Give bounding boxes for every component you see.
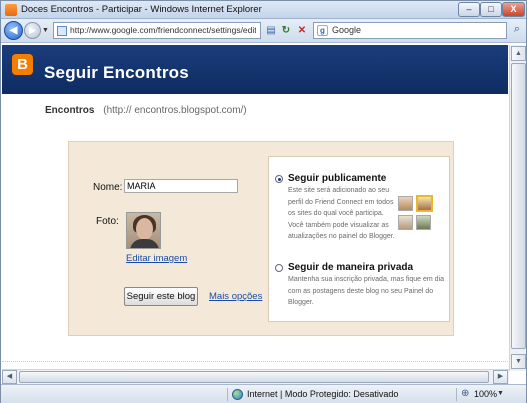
search-icon[interactable]: ⌕ [510,23,524,38]
private-radio[interactable] [275,264,283,272]
more-options-link[interactable]: Mais opções [209,291,262,302]
minimize-button[interactable]: – [458,2,480,17]
photo-body [130,239,159,248]
scroll-up-icon[interactable]: ▲ [511,46,526,61]
name-field[interactable]: MARIA [124,179,238,193]
footer-divider [2,361,508,364]
follower-avatar [416,195,433,212]
forward-arrow-icon[interactable]: ▶ [24,22,41,39]
back-arrow-icon[interactable]: ◀ [4,21,23,40]
blogger-favicon-icon [5,4,17,16]
blogger-logo-icon: B [12,54,33,75]
address-text[interactable]: http://www.google.com/friendconnect/sett… [70,25,256,35]
public-option-title[interactable]: Seguir publicamente [288,173,386,184]
vertical-scrollbar[interactable]: ▲ ▼ [509,45,526,371]
google-search-icon: g [317,25,328,36]
follow-blog-button[interactable]: Seguir este blog [124,287,198,306]
follower-avatar [416,215,431,230]
close-button[interactable]: X [502,2,525,17]
horizontal-scroll-thumb[interactable] [19,371,489,383]
security-zone-text: Internet | Modo Protegido: Desativado [247,389,399,399]
page-title: Seguir Encontros [44,63,189,82]
history-dropdown-icon[interactable]: ▼ [42,27,49,34]
page-icon [57,26,67,36]
horizontal-scrollbar[interactable]: ◀ ▶ [2,369,509,384]
profile-photo [126,212,161,249]
refresh-icon[interactable]: ↻ [279,23,293,38]
follow-panel: Nome: MARIA Foto: Editar imagem Seguir e… [68,141,454,336]
status-bar: Internet | Modo Protegido: Desativado ⊕ … [1,384,526,403]
public-radio[interactable] [275,175,283,183]
scroll-down-icon[interactable]: ▼ [511,354,526,369]
private-option-description: Mantenha sua inscrição privada, mas fiqu… [288,276,445,307]
zoom-icon[interactable]: ⊕ [461,388,469,399]
status-divider [227,388,228,401]
scroll-right-icon[interactable]: ▶ [493,370,508,384]
public-option-description: Este site será adicionado ao seu perfil … [288,187,395,241]
browser-window: Doces Encontros - Participar - Windows I… [0,0,527,403]
follower-avatar [398,215,413,230]
status-divider [456,388,457,401]
scroll-left-icon[interactable]: ◀ [2,370,17,384]
blog-name: Encontros [45,105,95,116]
private-option-title[interactable]: Seguir de maneira privada [288,262,413,273]
blog-url: (http:// encontros.blogspot.com/) [103,105,247,116]
stop-icon[interactable]: ✕ [295,23,309,38]
page-content: Encontros (http:// encontros.blogspot.co… [2,94,508,364]
name-label: Nome: [93,182,123,193]
zoom-dropdown-icon[interactable]: ▼ [497,390,504,397]
search-input[interactable]: g Google [313,22,507,39]
blog-info: Encontros (http:// encontros.blogspot.co… [45,105,247,116]
navigation-bar: ◀ ▶ ▼ http://www.google.com/friendconnec… [1,19,526,43]
address-input[interactable]: http://www.google.com/friendconnect/sett… [53,22,261,39]
blogger-header: B Seguir Encontros [2,45,508,94]
follow-options-box: Seguir publicamente Este site será adici… [268,156,450,322]
maximize-button[interactable]: □ [480,2,502,17]
window-title: Doces Encontros - Participar - Windows I… [21,4,262,15]
photo-face [136,218,153,240]
title-bar: Doces Encontros - Participar - Windows I… [1,1,526,19]
followers-thumbnails [397,195,437,233]
edit-image-link[interactable]: Editar imagem [126,253,187,264]
photo-label: Foto: [96,216,119,227]
vertical-scroll-thumb[interactable] [511,63,526,349]
follower-avatar [398,196,413,211]
zoom-level[interactable]: 100% [474,389,497,399]
internet-globe-icon [232,389,243,400]
search-placeholder[interactable]: Google [332,25,361,35]
compatibility-icon[interactable]: ▤ [264,23,278,38]
